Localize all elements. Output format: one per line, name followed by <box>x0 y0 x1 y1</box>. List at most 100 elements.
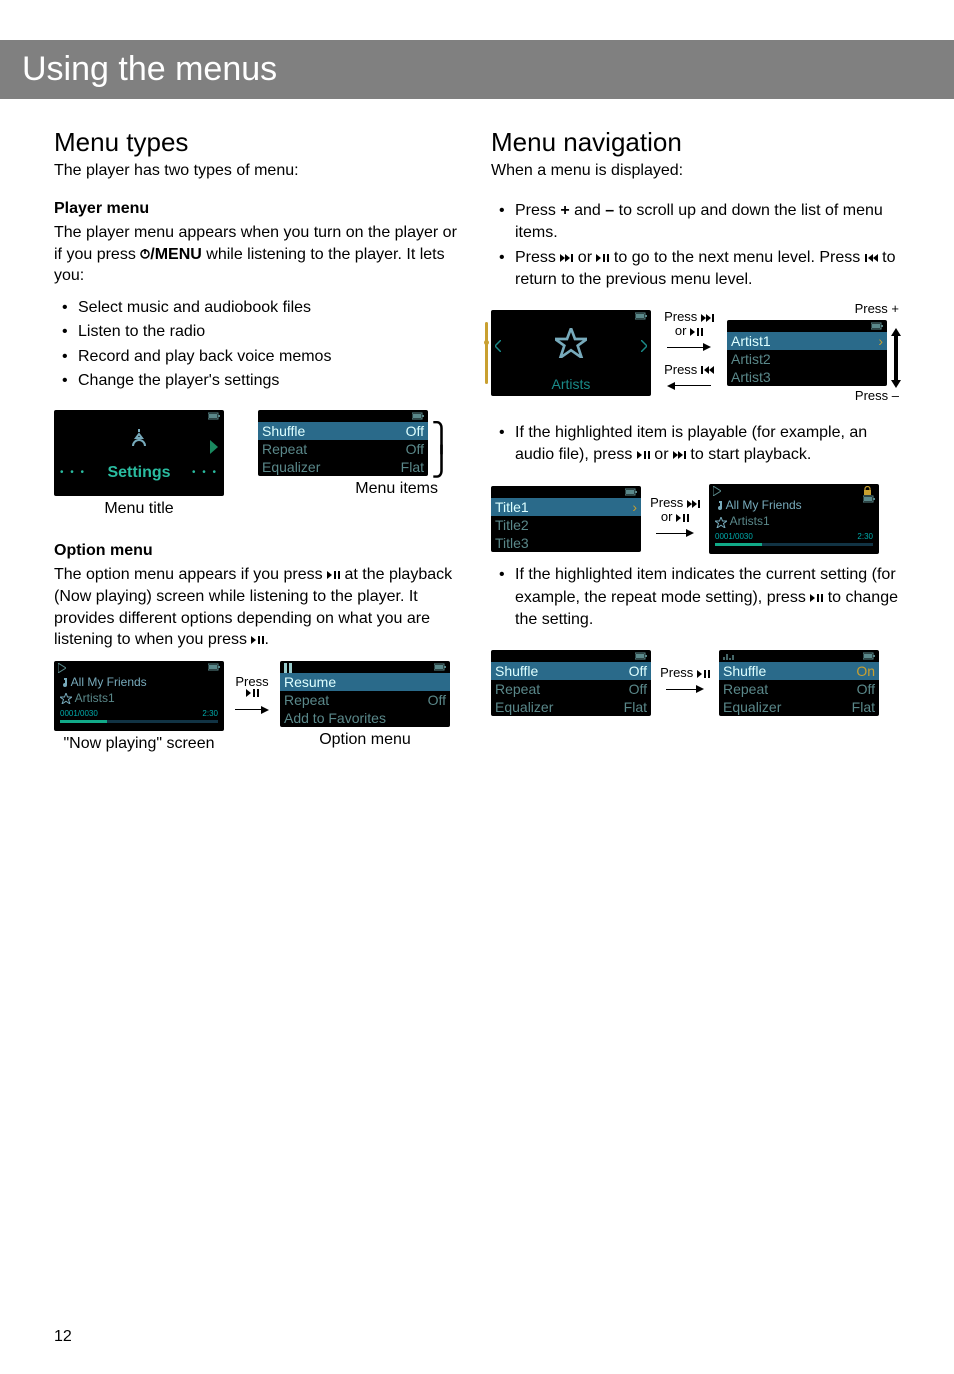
settings-list-screen: ShuffleOff RepeatOff EqualizerFlat <box>491 650 651 716</box>
menu-item: EqualizerFlat <box>719 698 879 716</box>
list-item: Artist1› <box>727 332 887 350</box>
press-label: Press <box>664 363 714 377</box>
menu-item: ShuffleOff <box>491 662 651 680</box>
now-playing-screen: All My Friends Artists1 0001/00302:30 <box>709 484 879 554</box>
menu-item: RepeatOff <box>258 440 428 458</box>
play-pause-icon <box>676 514 689 522</box>
battery-icon <box>635 652 647 660</box>
menu-item: RepeatOff <box>719 680 879 698</box>
battery-icon <box>434 663 446 671</box>
menu-item: ShuffleOn <box>719 662 879 680</box>
settings-icon <box>127 428 151 450</box>
artists-menu-screen: Artists <box>491 310 651 396</box>
player-menu-intro: The player menu appears when you turn on… <box>54 222 463 287</box>
option-menu-intro: The option menu appears if you press at … <box>54 564 463 650</box>
press-label: Press <box>664 310 714 324</box>
chevron-left-icon <box>495 340 501 352</box>
list-item: Record and play back voice memos <box>54 346 463 368</box>
menu-item: RepeatOff <box>280 691 450 709</box>
battery-icon <box>871 322 883 330</box>
press-minus-label: Press – <box>855 389 899 403</box>
pause-icon <box>284 663 292 673</box>
list-item: Select music and audiobook files <box>54 297 463 319</box>
battery-icon <box>863 652 875 660</box>
player-menu-bullets: Select music and audiobook files Listen … <box>54 297 463 393</box>
menu-item: RepeatOff <box>491 680 651 698</box>
heading-option-menu: Option menu <box>54 542 463 560</box>
chevron-right-icon <box>210 440 218 454</box>
settings-list-screen-after: ShuffleOn RepeatOff EqualizerFlat <box>719 650 879 716</box>
battery-icon <box>208 663 220 671</box>
heading-player-menu: Player menu <box>54 200 463 218</box>
subtext-menu-nav: When a menu is displayed: <box>491 162 900 180</box>
play-pause-icon <box>596 254 609 262</box>
updown-arrow-icon <box>889 328 903 388</box>
page-number: 12 <box>54 1328 72 1346</box>
battery-icon <box>412 412 424 420</box>
play-icon <box>58 663 66 673</box>
list-item: Title1› <box>491 498 641 516</box>
artists-title: Artists <box>491 376 651 392</box>
prev-icon <box>701 366 714 374</box>
page-title: Using the menus <box>22 50 277 88</box>
artist-list-screen: Artist1› Artist2 Artist3 <box>727 320 887 386</box>
brace-icon: ⎭ <box>431 448 452 476</box>
list-item: Press + and – to scroll up and down the … <box>491 200 900 245</box>
battery-icon <box>635 312 647 320</box>
prev-icon <box>865 254 878 262</box>
menu-item: EqualizerFlat <box>491 698 651 716</box>
play-icon <box>713 486 721 496</box>
menu-items-screen: ShuffleOff RepeatOff EqualizerFlat <box>258 410 428 476</box>
page-title-bar: Using the menus <box>0 40 954 99</box>
note-icon <box>715 501 723 511</box>
press-label: or <box>661 510 689 524</box>
menu-item: EqualizerFlat <box>258 458 428 476</box>
eq-icon <box>723 652 735 660</box>
title-list-screen: Title1› Title2 Title3 <box>491 486 641 552</box>
lock-icon <box>863 486 872 495</box>
list-item: Listen to the radio <box>54 321 463 343</box>
option-menu-screen: Resume RepeatOff Add to Favorites <box>280 661 450 727</box>
next-icon <box>687 500 700 508</box>
next-icon <box>560 254 573 262</box>
menu-item: Add to Favorites <box>280 709 450 727</box>
play-pause-icon <box>246 689 259 697</box>
heading-menu-types: Menu types <box>54 127 463 158</box>
play-pause-icon <box>810 594 823 602</box>
caption-menu-title: Menu title <box>54 500 224 518</box>
press-plus-label: Press + <box>855 302 899 316</box>
caption-option-menu: Option menu <box>280 731 450 749</box>
list-item: Title3 <box>491 534 641 552</box>
nav-bullets-1: Press + and – to scroll up and down the … <box>491 200 900 292</box>
play-pause-icon <box>690 328 703 336</box>
press-label: Press <box>650 496 700 510</box>
play-pause-icon <box>697 670 710 678</box>
star-icon <box>715 517 727 528</box>
caption-now-playing: "Now playing" screen <box>54 735 224 753</box>
press-label: Press <box>235 675 268 689</box>
star-icon <box>60 693 72 704</box>
press-label: Press <box>660 666 710 680</box>
now-playing-screen: All My Friends Artists1 0001/00302:30 <box>54 661 224 731</box>
note-icon <box>60 678 68 688</box>
list-item: If the highlighted item is playable (for… <box>491 422 900 467</box>
battery-icon <box>863 495 875 503</box>
press-label: or <box>675 324 703 338</box>
list-item: Title2 <box>491 516 641 534</box>
heading-menu-nav: Menu navigation <box>491 127 900 158</box>
subtext-menu-types: The player has two types of menu: <box>54 162 463 180</box>
battery-icon <box>625 488 637 496</box>
list-item: Change the player's settings <box>54 370 463 392</box>
settings-screen: Settings • • • • • • <box>54 410 224 496</box>
next-icon <box>673 451 686 459</box>
battery-icon <box>208 412 220 420</box>
star-icon <box>555 328 587 358</box>
menu-item: Resume <box>280 673 450 691</box>
list-item: Artist2 <box>727 350 887 368</box>
caption-menu-items: Menu items <box>258 480 438 498</box>
menu-item: ShuffleOff <box>258 422 428 440</box>
play-pause-icon <box>251 636 264 644</box>
chevron-right-icon <box>641 340 647 352</box>
list-item: Artist3 <box>727 368 887 386</box>
power-icon <box>140 249 150 259</box>
